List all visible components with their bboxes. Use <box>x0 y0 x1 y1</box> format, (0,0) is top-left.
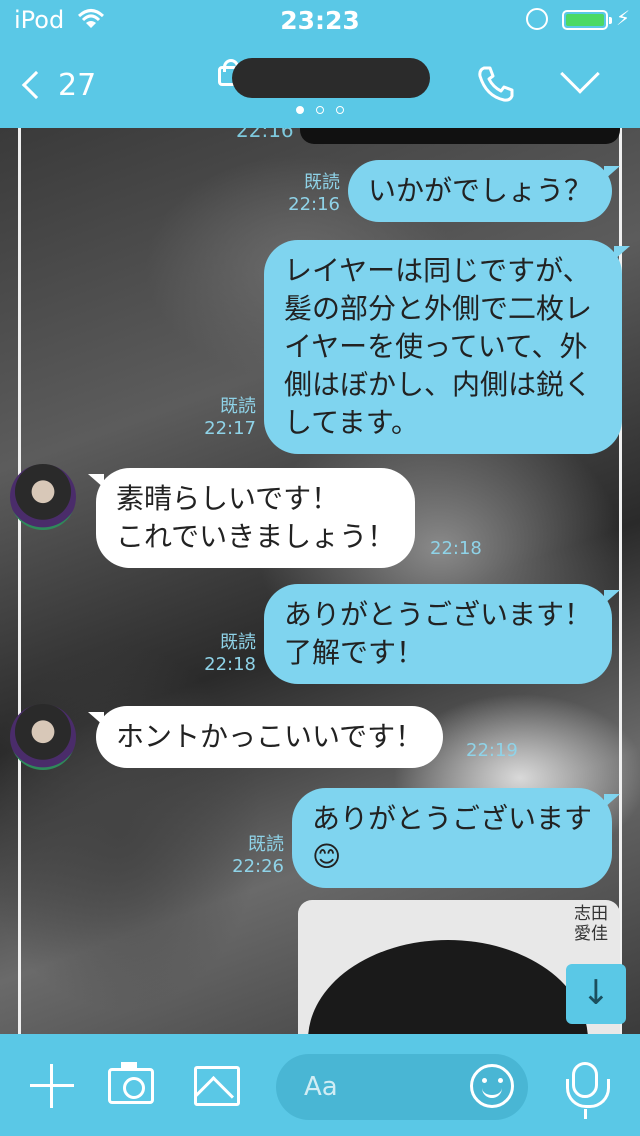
contact-avatar[interactable] <box>10 464 76 530</box>
message-input[interactable] <box>304 1068 464 1106</box>
chevron-left-icon <box>21 70 51 100</box>
composer-bar <box>0 1034 640 1136</box>
message-bubble-sent[interactable]: レイヤーは同じですが、 髪の部分と外側で二枚レ イヤーを使っていて、外 側はぼか… <box>264 240 630 454</box>
battery-icon <box>562 10 612 30</box>
contact-avatar[interactable] <box>10 704 76 770</box>
back-button[interactable]: 27 <box>18 60 98 110</box>
arrow-down-icon: ↓ <box>581 973 611 1013</box>
image-icon[interactable] <box>194 1066 240 1106</box>
message-time: 22:19 <box>466 740 518 761</box>
photo-caption: 志田 愛佳 <box>574 904 608 944</box>
previous-message-edge <box>300 128 620 144</box>
message-bubble-received[interactable]: 素晴らしいです！ これでいきましょう！ <box>87 468 416 568</box>
contact-name-redacted <box>232 58 430 98</box>
message-time: 22:16 <box>288 194 340 215</box>
top-bar: iPod 23:23 ⚡ 27 <box>0 0 640 128</box>
camera-icon[interactable] <box>108 1062 154 1104</box>
message-time: 22:16 <box>236 128 294 142</box>
message-bubble-received[interactable]: ホントかっこいいです！ <box>87 706 444 768</box>
page-dots <box>0 106 640 114</box>
message-time: 22:26 <box>232 856 284 877</box>
plus-icon[interactable] <box>30 1064 74 1108</box>
photo-content <box>308 940 588 1034</box>
rotation-lock-icon <box>526 8 548 30</box>
emoji-icon[interactable] <box>470 1064 514 1108</box>
read-receipt: 既読 <box>220 396 256 417</box>
message-meta: 既読 22:17 <box>198 396 256 440</box>
chat-header: 27 <box>0 40 640 128</box>
phone-call-icon[interactable] <box>476 64 516 104</box>
microphone-icon[interactable] <box>566 1062 610 1119</box>
message-time: 22:18 <box>204 654 256 675</box>
message-bubble-sent[interactable]: ありがとうございます 😊 <box>292 788 621 888</box>
read-receipt: 既読 <box>304 172 340 193</box>
status-bar: iPod 23:23 ⚡ <box>0 0 640 40</box>
message-bubble-sent[interactable]: いかがでしょう？ <box>348 160 621 222</box>
message-meta: 既読 22:16 <box>282 172 340 216</box>
page-dot <box>336 106 344 114</box>
message-time: 22:18 <box>430 538 482 559</box>
scroll-to-bottom-button[interactable]: ↓ <box>566 964 626 1024</box>
background-frame <box>18 128 21 1034</box>
page-dot <box>316 106 324 114</box>
message-time: 22:17 <box>204 418 256 439</box>
read-receipt: 既読 <box>220 632 256 653</box>
page-dot <box>296 106 304 114</box>
message-meta: 既読 22:26 <box>226 834 284 878</box>
chevron-down-icon[interactable] <box>560 54 600 94</box>
chat-area[interactable]: 22:16 既読 22:16 いかがでしょう？ 既読 22:17 レイヤーは同じ… <box>0 128 640 1034</box>
message-bubble-sent[interactable]: ありがとうございます！ 了解です！ <box>264 584 621 684</box>
unread-count: 27 <box>58 67 97 103</box>
charging-icon: ⚡ <box>616 6 631 30</box>
read-receipt: 既読 <box>248 834 284 855</box>
message-meta: 既読 22:18 <box>198 632 256 676</box>
